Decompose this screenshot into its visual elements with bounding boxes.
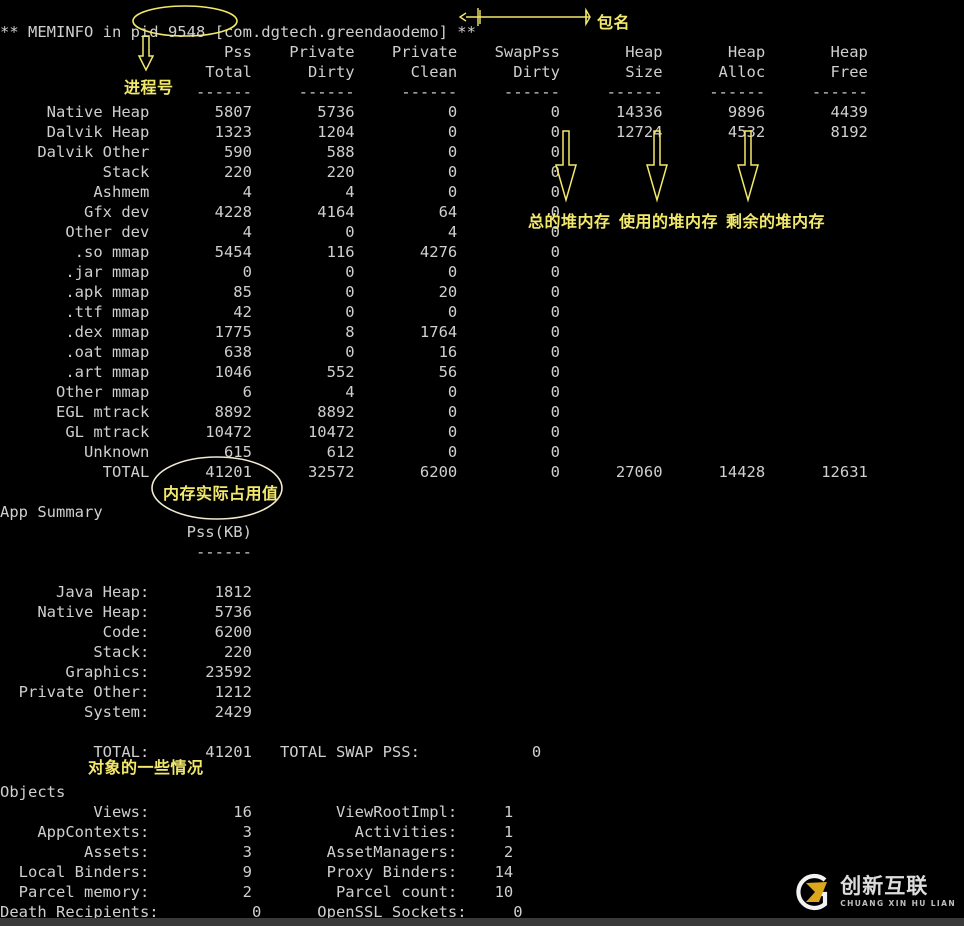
watermark-logo-icon (796, 873, 828, 911)
annotation-heap-free-label: 剩余的堆内存 (726, 212, 826, 231)
annotation-heap-size-label: 总的堆内存 (528, 212, 611, 231)
watermark-cn-text: 创新互联 (840, 874, 929, 899)
bottom-strip (0, 918, 964, 926)
watermark-en-text: CHUANG XIN HU LIAN (840, 899, 956, 909)
annotation-objects-label: 对象的一些情况 (88, 758, 204, 777)
terminal-screenshot: ** MEMINFO in pid 9548 [com.dgtech.green… (0, 0, 964, 926)
annotation-package-label: 包名 (597, 13, 631, 32)
terminal-output: ** MEMINFO in pid 9548 [com.dgtech.green… (0, 22, 868, 926)
annotation-heap-alloc-label: 使用的堆内存 (619, 212, 719, 231)
annotation-total-label: 内存实际占用值 (163, 484, 279, 503)
watermark: 创新互联 CHUANG XIN HU LIAN (793, 872, 956, 912)
annotation-pid-label: 进程号 (124, 78, 174, 97)
